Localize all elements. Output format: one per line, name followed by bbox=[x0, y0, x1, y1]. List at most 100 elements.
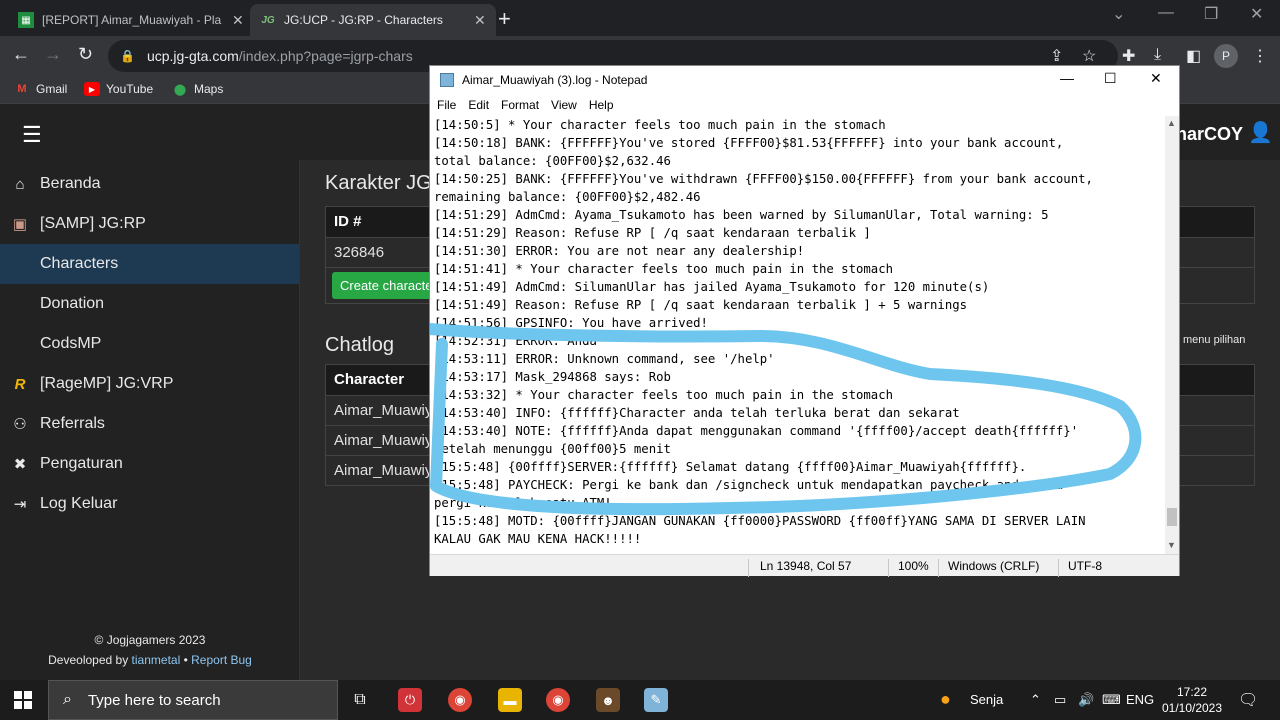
menu-pilihan-button[interactable]: menu pilihan bbox=[1183, 334, 1245, 346]
sidebar-item-characters[interactable]: Characters bbox=[0, 244, 300, 284]
bookmark-youtube[interactable]: ▶ YouTube bbox=[84, 82, 153, 96]
vertical-scrollbar[interactable]: ▲ ▼ bbox=[1165, 116, 1179, 554]
windows-start-icon[interactable] bbox=[14, 691, 32, 709]
new-tab-icon[interactable]: + bbox=[498, 6, 511, 32]
task-view-icon[interactable]: ⧉ bbox=[348, 688, 372, 712]
tab-report[interactable]: ▦ [REPORT] Aimar_Muawiyah - Pla ✕ bbox=[8, 4, 254, 36]
close-tab-icon[interactable]: ✕ bbox=[474, 12, 486, 29]
bookmark-label: Maps bbox=[194, 82, 224, 96]
sidebar-item-label: Characters bbox=[40, 255, 119, 272]
gmail-icon: M bbox=[17, 83, 27, 95]
sidebar-item-pengaturan[interactable]: ✖ Pengaturan bbox=[0, 444, 300, 484]
menu-edit[interactable]: Edit bbox=[468, 98, 489, 112]
sidebar-item-label: Pengaturan bbox=[40, 455, 123, 472]
sidebar-item-label: [RageMP] JG:VRP bbox=[40, 375, 174, 392]
log-line: [14:51:30] ERROR: You are not near any d… bbox=[434, 244, 805, 258]
log-line: pergi ke salah satu ATM! bbox=[434, 496, 612, 510]
sidebar-item-logout[interactable]: ⇥ Log Keluar bbox=[0, 484, 300, 524]
profile-avatar[interactable]: P bbox=[1214, 44, 1238, 68]
search-placeholder: Type here to search bbox=[87, 691, 221, 709]
file-explorer-icon[interactable]: ▬ bbox=[498, 688, 522, 712]
status-zoom: 100% bbox=[898, 559, 929, 573]
side-panel-icon[interactable]: ◧ bbox=[1186, 46, 1201, 66]
sidebar-item-samp[interactable]: ▣ [SAMP] JG:RP bbox=[0, 204, 300, 244]
menu-file[interactable]: File bbox=[437, 98, 456, 112]
sidebar-item-beranda[interactable]: ⌂ Beranda bbox=[0, 164, 300, 204]
forward-icon[interactable]: → bbox=[44, 44, 62, 65]
status-divider bbox=[748, 559, 749, 577]
notepad-taskbar-icon[interactable]: ✎ bbox=[644, 688, 668, 712]
log-line: [14:50:5] * Your character feels too muc… bbox=[434, 118, 886, 132]
create-character-button[interactable]: Create characte bbox=[332, 272, 441, 299]
meet-now-icon[interactable]: ▭ bbox=[1054, 692, 1066, 708]
status-divider bbox=[938, 559, 939, 577]
minimize-icon[interactable]: — bbox=[1060, 70, 1074, 86]
volume-icon[interactable]: 🔊 bbox=[1078, 692, 1094, 708]
log-line: [14:51:41] * Your character feels too mu… bbox=[434, 262, 894, 276]
status-divider bbox=[1058, 559, 1059, 577]
tab-title: [REPORT] Aimar_Muawiyah - Pla bbox=[42, 13, 222, 27]
sidebar-item-codsmp[interactable]: CodsMP bbox=[0, 324, 300, 364]
menu-help[interactable]: Help bbox=[589, 98, 614, 112]
app-pinned-icon[interactable]: ⏻ bbox=[398, 688, 422, 712]
sidebar-footer: © Jogjagamers 2023 Deveoloped by tianmet… bbox=[0, 630, 300, 670]
weather-icon[interactable]: ● bbox=[940, 689, 951, 710]
user-icon[interactable]: 👤 bbox=[1248, 120, 1273, 145]
download-icon[interactable]: ⤓ bbox=[1154, 46, 1161, 64]
chrome-profile-icon[interactable]: ◉ bbox=[546, 688, 570, 712]
sidebar-item-label: CodsMP bbox=[40, 335, 102, 352]
scroll-up-icon[interactable]: ▲ bbox=[1167, 118, 1176, 128]
chatlog-title: Chatlog bbox=[325, 334, 394, 356]
language-indicator[interactable]: ENG bbox=[1126, 692, 1154, 707]
share-icon[interactable]: ⇪ bbox=[1050, 46, 1063, 66]
minimize-icon[interactable]: — bbox=[1158, 4, 1174, 22]
log-line: [14:53:40] INFO: {ffffff}Character anda … bbox=[434, 406, 960, 420]
tray-chevron-icon[interactable]: ⌃ bbox=[1030, 692, 1041, 708]
reload-icon[interactable]: ↻ bbox=[78, 44, 93, 65]
notepad-window[interactable]: Aimar_Muawiyah (3).log - Notepad — ☐ ✕ F… bbox=[429, 65, 1180, 577]
log-line: [14:53:32] * Your character feels too mu… bbox=[434, 388, 894, 402]
scroll-thumb[interactable] bbox=[1167, 508, 1177, 526]
log-line: total balance: {00FF00}$2,632.46 bbox=[434, 154, 671, 168]
sidebar-item-label: [SAMP] JG:RP bbox=[40, 215, 146, 232]
network-icon[interactable]: ⌨ bbox=[1102, 692, 1121, 708]
footer-bullet: • bbox=[183, 653, 188, 667]
menu-view[interactable]: View bbox=[551, 98, 577, 112]
tab-search-icon[interactable]: ⌄ bbox=[1112, 4, 1125, 24]
developer-link[interactable]: tianmetal bbox=[132, 653, 181, 667]
sidebar-item-ragemp[interactable]: R [RageMP] JG:VRP bbox=[0, 364, 300, 404]
hamburger-menu-icon[interactable]: ☰ bbox=[22, 122, 42, 148]
game-app-icon[interactable]: ☻ bbox=[596, 688, 620, 712]
bookmark-maps[interactable]: ⬤ Maps bbox=[172, 82, 224, 96]
maximize-icon[interactable]: ☐ bbox=[1104, 70, 1117, 87]
extensions-icon[interactable]: ✚ bbox=[1122, 46, 1135, 66]
tab-characters[interactable]: JG JG:UCP - JG:RP - Characters ✕ bbox=[250, 4, 496, 36]
close-window-icon[interactable]: ✕ bbox=[1250, 4, 1263, 24]
referrals-icon: ⚇ bbox=[13, 416, 27, 433]
close-icon[interactable]: ✕ bbox=[1150, 70, 1162, 87]
taskbar-search[interactable]: ⌕ Type here to search bbox=[48, 680, 338, 720]
scroll-down-icon[interactable]: ▼ bbox=[1167, 540, 1176, 550]
tab-title: JG:UCP - JG:RP - Characters bbox=[284, 13, 443, 27]
search-icon: ⌕ bbox=[63, 691, 72, 708]
clock[interactable]: 17:22 01/10/2023 bbox=[1160, 684, 1224, 716]
menu-dots-icon[interactable]: ⋮ bbox=[1252, 46, 1268, 66]
log-line: KALAU GAK MAU KENA HACK!!!!! bbox=[434, 532, 642, 544]
bookmark-gmail[interactable]: M Gmail bbox=[14, 82, 67, 96]
report-bug-link[interactable]: Report Bug bbox=[191, 653, 252, 667]
notepad-title-bar[interactable]: Aimar_Muawiyah (3).log - Notepad — ☐ ✕ bbox=[430, 66, 1179, 94]
menu-format[interactable]: Format bbox=[501, 98, 539, 112]
sidebar-item-referrals[interactable]: ⚇ Referrals bbox=[0, 404, 300, 444]
chrome-icon[interactable]: ◉ bbox=[448, 688, 472, 712]
sidebar-item-donation[interactable]: Donation bbox=[0, 284, 300, 324]
log-line: [14:51:29] AdmCmd: Ayama_Tsukamoto has b… bbox=[434, 208, 1049, 222]
bookmark-star-icon[interactable]: ☆ bbox=[1082, 46, 1096, 66]
notepad-text-area[interactable]: [14:50:5] * Your character feels too muc… bbox=[434, 116, 1164, 544]
back-icon[interactable]: ← bbox=[12, 44, 30, 65]
close-tab-icon[interactable]: ✕ bbox=[232, 12, 244, 29]
page-title: Karakter JG bbox=[325, 172, 432, 194]
weather-text[interactable]: Senja bbox=[970, 692, 1003, 707]
restore-icon[interactable]: ❐ bbox=[1204, 4, 1218, 24]
sidebar-item-label: Referrals bbox=[40, 415, 105, 432]
notification-icon[interactable]: 🗨 bbox=[1238, 690, 1258, 710]
